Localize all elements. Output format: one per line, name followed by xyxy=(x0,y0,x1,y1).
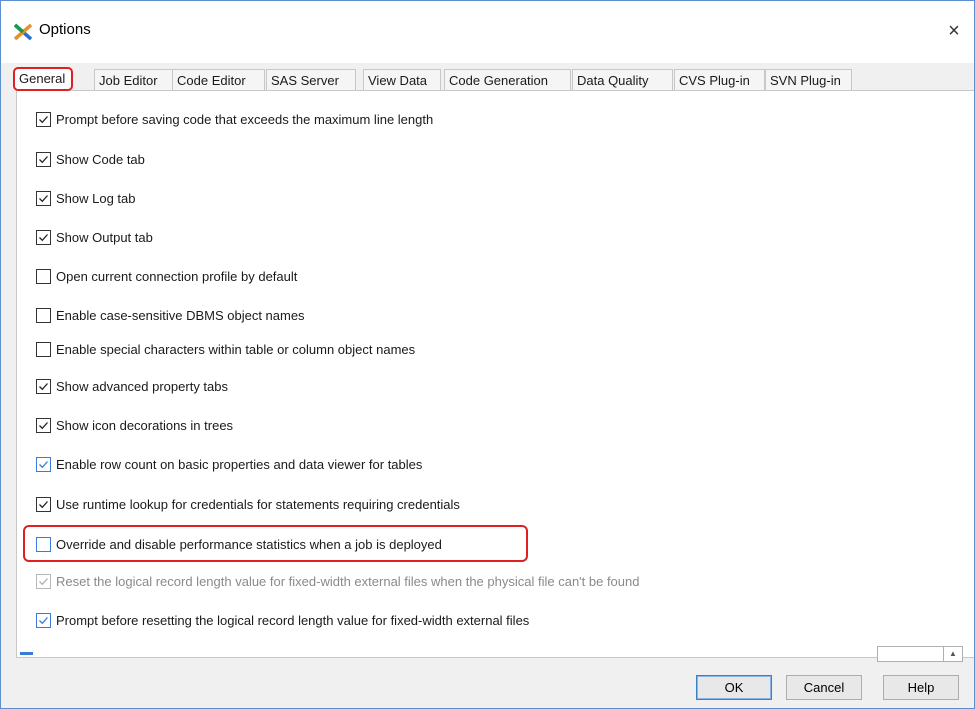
checkbox[interactable] xyxy=(36,613,51,629)
option-label: Enable row count on basic properties and… xyxy=(56,457,423,472)
checkbox[interactable] xyxy=(36,418,51,434)
title-bar: Options × xyxy=(1,1,974,63)
tab-svn-plugin[interactable]: SVN Plug-in xyxy=(765,69,852,90)
help-button[interactable]: Help xyxy=(883,675,959,700)
tab-cvs-plugin[interactable]: CVS Plug-in xyxy=(674,69,765,90)
option-row[interactable]: Use runtime lookup for credentials for s… xyxy=(36,496,460,514)
checkbox[interactable] xyxy=(36,191,51,207)
option-row[interactable]: Open current connection profile by defau… xyxy=(36,268,297,286)
option-label: Open current connection profile by defau… xyxy=(56,269,298,284)
option-row[interactable]: Prompt before saving code that exceeds t… xyxy=(36,111,433,129)
checkbox[interactable] xyxy=(36,308,51,324)
close-icon[interactable]: × xyxy=(934,14,974,48)
tab-job-editor[interactable]: Job Editor xyxy=(94,69,179,90)
checkbox[interactable] xyxy=(36,497,51,513)
cancel-button[interactable]: Cancel xyxy=(786,675,862,700)
partial-checkbox[interactable] xyxy=(20,652,33,655)
option-row[interactable]: Enable special characters within table o… xyxy=(36,341,415,359)
checkbox[interactable] xyxy=(36,457,51,473)
option-label: Enable special characters within table o… xyxy=(56,342,416,357)
checkbox[interactable] xyxy=(36,342,51,358)
checkbox xyxy=(36,574,51,590)
checkbox[interactable] xyxy=(36,230,51,246)
checkbox[interactable] xyxy=(36,112,51,128)
partial-spinner-field[interactable]: ▲ xyxy=(877,646,963,662)
option-label: Use runtime lookup for credentials for s… xyxy=(56,497,460,512)
option-row[interactable]: Override and disable performance statist… xyxy=(36,536,442,554)
option-label: Override and disable performance statist… xyxy=(56,537,442,552)
tab-view-data[interactable]: View Data xyxy=(363,69,441,90)
tab-general[interactable]: General xyxy=(13,67,73,91)
option-label: Prompt before saving code that exceeds t… xyxy=(56,112,434,127)
option-row[interactable]: Enable row count on basic properties and… xyxy=(36,456,422,474)
tab-data-quality[interactable]: Data Quality xyxy=(572,69,673,90)
checkbox[interactable] xyxy=(36,379,51,395)
spinner-arrow-icon[interactable]: ▲ xyxy=(943,647,962,661)
checkbox[interactable] xyxy=(36,152,51,168)
option-label: Prompt before resetting the logical reco… xyxy=(56,613,530,628)
app-icon xyxy=(13,23,33,41)
tab-code-generation[interactable]: Code Generation xyxy=(444,69,571,90)
option-row[interactable]: Show advanced property tabs xyxy=(36,378,228,396)
ok-button[interactable]: OK xyxy=(696,675,772,700)
option-label: Show Log tab xyxy=(56,191,136,206)
option-label: Show icon decorations in trees xyxy=(56,418,234,433)
options-dialog: Options × General Job Editor Code Editor… xyxy=(0,0,975,709)
option-row[interactable]: Show icon decorations in trees xyxy=(36,417,233,435)
option-row[interactable]: Prompt before resetting the logical reco… xyxy=(36,612,529,630)
option-row[interactable]: Show Log tab xyxy=(36,190,136,208)
option-label: Show Output tab xyxy=(56,230,153,245)
tab-code-editor[interactable]: Code Editor xyxy=(172,69,265,90)
tab-strip: General Job Editor Code Editor SAS Serve… xyxy=(13,67,954,91)
option-label: Show advanced property tabs xyxy=(56,379,228,394)
general-options-panel: Prompt before saving code that exceeds t… xyxy=(16,90,974,658)
tab-sas-server[interactable]: SAS Server xyxy=(266,69,356,90)
option-row[interactable]: Enable case-sensitive DBMS object names xyxy=(36,307,305,325)
option-label: Reset the logical record length value fo… xyxy=(56,574,640,589)
option-label: Show Code tab xyxy=(56,152,145,167)
option-row[interactable]: Show Output tab xyxy=(36,229,153,247)
window-title: Options xyxy=(39,21,91,38)
option-row: Reset the logical record length value fo… xyxy=(36,573,639,591)
checkbox[interactable] xyxy=(36,537,51,553)
option-row[interactable]: Show Code tab xyxy=(36,151,145,169)
checkbox[interactable] xyxy=(36,269,51,285)
option-label: Enable case-sensitive DBMS object names xyxy=(56,308,305,323)
